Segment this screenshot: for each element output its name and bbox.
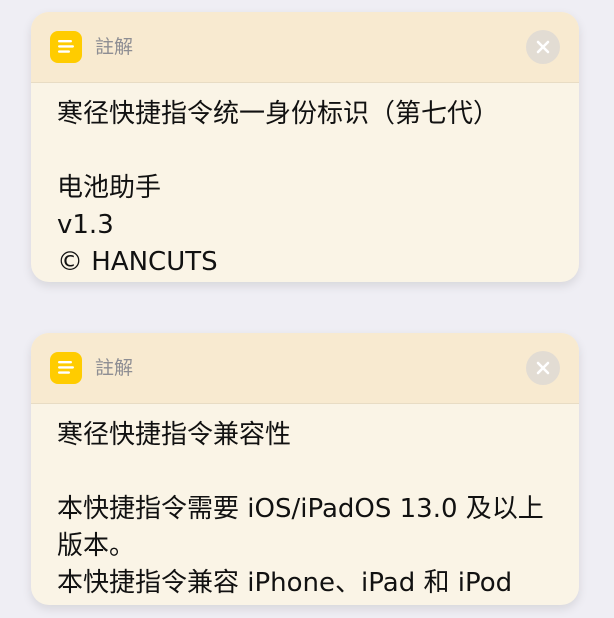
note-icon [50, 352, 82, 384]
comment-card-title: 註解 [95, 357, 134, 379]
close-icon [536, 361, 550, 375]
remove-action-button[interactable] [526, 351, 560, 385]
comment-card[interactable]: 註解 寒径快捷指令统一身份标识（第七代） 电池助手 v1.3 © HANCUTS [31, 12, 579, 282]
close-icon [536, 40, 550, 54]
comment-card[interactable]: 註解 寒径快捷指令兼容性 本快捷指令需要 iOS/iPadOS 13.0 及以上… [31, 333, 579, 605]
comment-card-header: 註解 [31, 12, 579, 83]
comment-text-field[interactable]: 寒径快捷指令兼容性 本快捷指令需要 iOS/iPadOS 13.0 及以上版本。… [31, 404, 579, 602]
comment-card-title: 註解 [95, 36, 134, 58]
note-icon [50, 31, 82, 63]
remove-action-button[interactable] [526, 30, 560, 64]
comment-text-field[interactable]: 寒径快捷指令统一身份标识（第七代） 电池助手 v1.3 © HANCUTS [31, 83, 579, 281]
comment-card-header: 註解 [31, 333, 579, 404]
